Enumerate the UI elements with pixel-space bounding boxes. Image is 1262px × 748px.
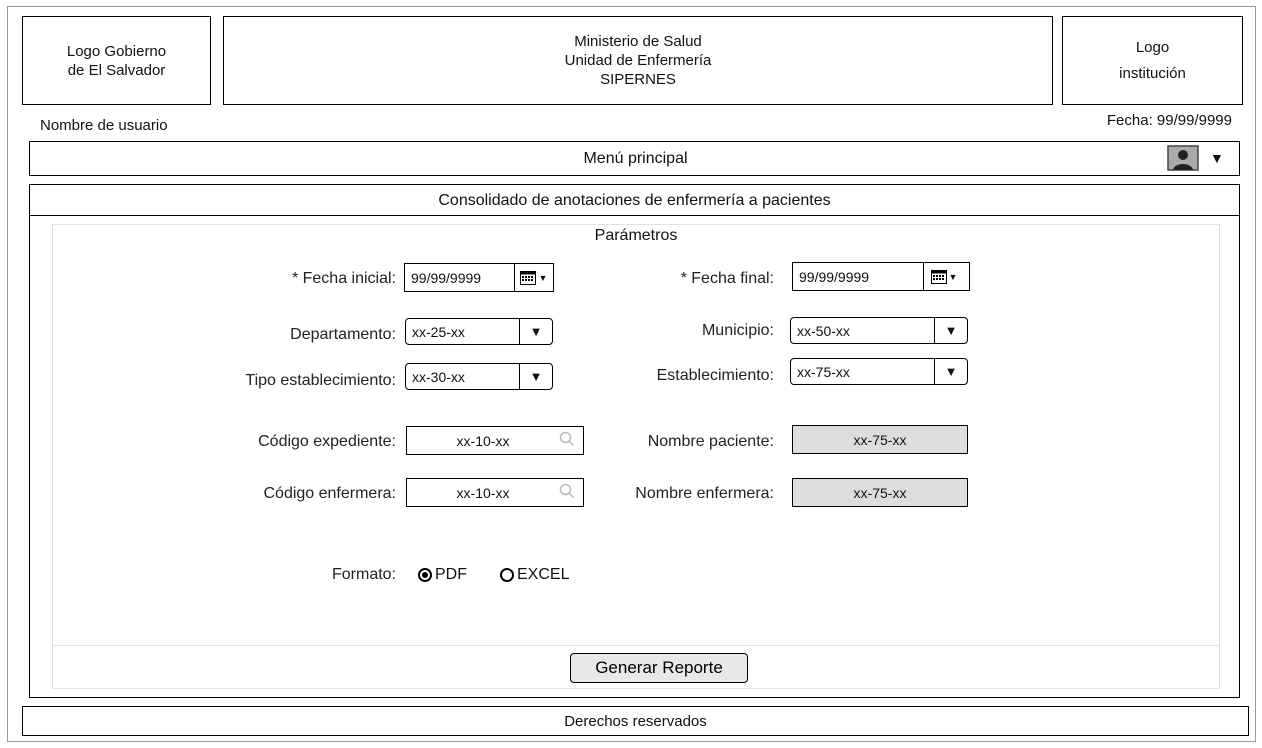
municipio-value: xx-50-xx — [797, 322, 850, 339]
title-line3: SIPERNES — [600, 71, 676, 88]
fecha-inicial-value: 99/99/9999 — [411, 269, 482, 286]
tipo-establecimiento-select[interactable]: xx-30-xx ▼ — [405, 363, 553, 390]
nombre-paciente-field: xx-75-xx — [792, 425, 968, 454]
menu-label: Menú principal — [583, 149, 688, 167]
logo-right-line1: Logo — [1135, 38, 1170, 56]
title-line1: Ministerio de Salud — [574, 33, 702, 50]
establecimiento-label: Establecimiento: — [656, 367, 774, 384]
formato-pdf-label: PDF — [435, 566, 467, 583]
generar-reporte-button[interactable]: Generar Reporte — [570, 653, 748, 683]
logo-left-line2: de El Salvador — [67, 61, 166, 79]
codigo-enfermera-value: xx-10-xx — [456, 484, 510, 501]
user-avatar-icon[interactable] — [1167, 145, 1199, 171]
nombre-enfermera-field: xx-75-xx — [792, 478, 968, 507]
radio-unselected-icon — [500, 568, 514, 582]
calendar-icon[interactable]: ▼ — [923, 263, 964, 290]
formato-label: Formato: — [331, 566, 396, 583]
tipo-establecimiento-label: Tipo establecimiento: — [245, 372, 396, 389]
logo-gobierno: Logo Gobierno de El Salvador — [22, 16, 211, 105]
chevron-down-icon[interactable]: ▼ — [934, 318, 967, 343]
departamento-value: xx-25-xx — [412, 323, 465, 340]
fecha-final-value: 99/99/9999 — [799, 268, 870, 285]
logo-right-line2: institución — [1119, 64, 1186, 82]
user-name: Nombre de usuario — [40, 117, 168, 134]
codigo-enfermera-input[interactable]: xx-10-xx — [406, 478, 584, 507]
fecha-inicial-label: * Fecha inicial: — [291, 270, 396, 287]
formato-pdf-radio[interactable]: PDF — [418, 566, 467, 584]
header-title-box: Ministerio de Salud Unidad de Enfermería… — [223, 16, 1053, 105]
codigo-expediente-value: xx-10-xx — [456, 432, 510, 449]
radio-selected-icon — [418, 568, 432, 582]
codigo-enfermera-label: Código enfermera: — [263, 485, 396, 502]
codigo-expediente-input[interactable]: xx-10-xx — [406, 426, 584, 455]
menu-dropdown-icon[interactable]: ▼ — [1210, 150, 1224, 166]
departamento-select[interactable]: xx-25-xx ▼ — [405, 318, 553, 345]
title-line2: Unidad de Enfermería — [564, 52, 712, 69]
codigo-expediente-label: Código expediente: — [258, 433, 396, 450]
tipo-establecimiento-value: xx-30-xx — [412, 368, 465, 385]
departamento-label: Departamento: — [290, 326, 396, 343]
fecha-inicial-input[interactable]: 99/99/9999 ▼ — [404, 263, 554, 292]
chevron-down-icon[interactable]: ▼ — [519, 364, 552, 389]
fecha-final-input[interactable]: 99/99/9999 ▼ — [792, 262, 970, 291]
main-menu-bar[interactable]: Menú principal ▼ — [29, 141, 1240, 176]
panel-divider — [29, 215, 1240, 216]
establecimiento-value: xx-75-xx — [797, 363, 850, 380]
parametros-fieldset — [52, 224, 1220, 689]
formato-excel-radio[interactable]: EXCEL — [500, 566, 569, 584]
formato-excel-label: EXCEL — [517, 566, 570, 583]
search-icon[interactable] — [559, 431, 575, 450]
nombre-enfermera-label: Nombre enfermera: — [635, 485, 774, 502]
parametros-title: Parámetros — [594, 227, 678, 244]
establecimiento-select[interactable]: xx-75-xx ▼ — [790, 358, 968, 385]
calendar-icon[interactable]: ▼ — [513, 264, 553, 291]
panel-title: Consolidado de anotaciones de enfermería… — [438, 192, 831, 209]
logo-left-line1: Logo Gobierno — [66, 42, 167, 60]
actions-divider — [52, 645, 1220, 646]
chevron-down-icon[interactable]: ▼ — [934, 359, 967, 384]
search-icon[interactable] — [559, 483, 575, 502]
chevron-down-icon[interactable]: ▼ — [519, 319, 552, 344]
municipio-select[interactable]: xx-50-xx ▼ — [790, 317, 968, 344]
fecha-final-label: * Fecha final: — [680, 270, 774, 287]
footer: Derechos reservados — [22, 706, 1249, 736]
nombre-paciente-label: Nombre paciente: — [647, 433, 774, 450]
logo-institucion: Logo institución — [1062, 16, 1243, 105]
current-date: Fecha: 99/99/9999 — [1106, 112, 1232, 129]
municipio-label: Municipio: — [701, 322, 774, 339]
